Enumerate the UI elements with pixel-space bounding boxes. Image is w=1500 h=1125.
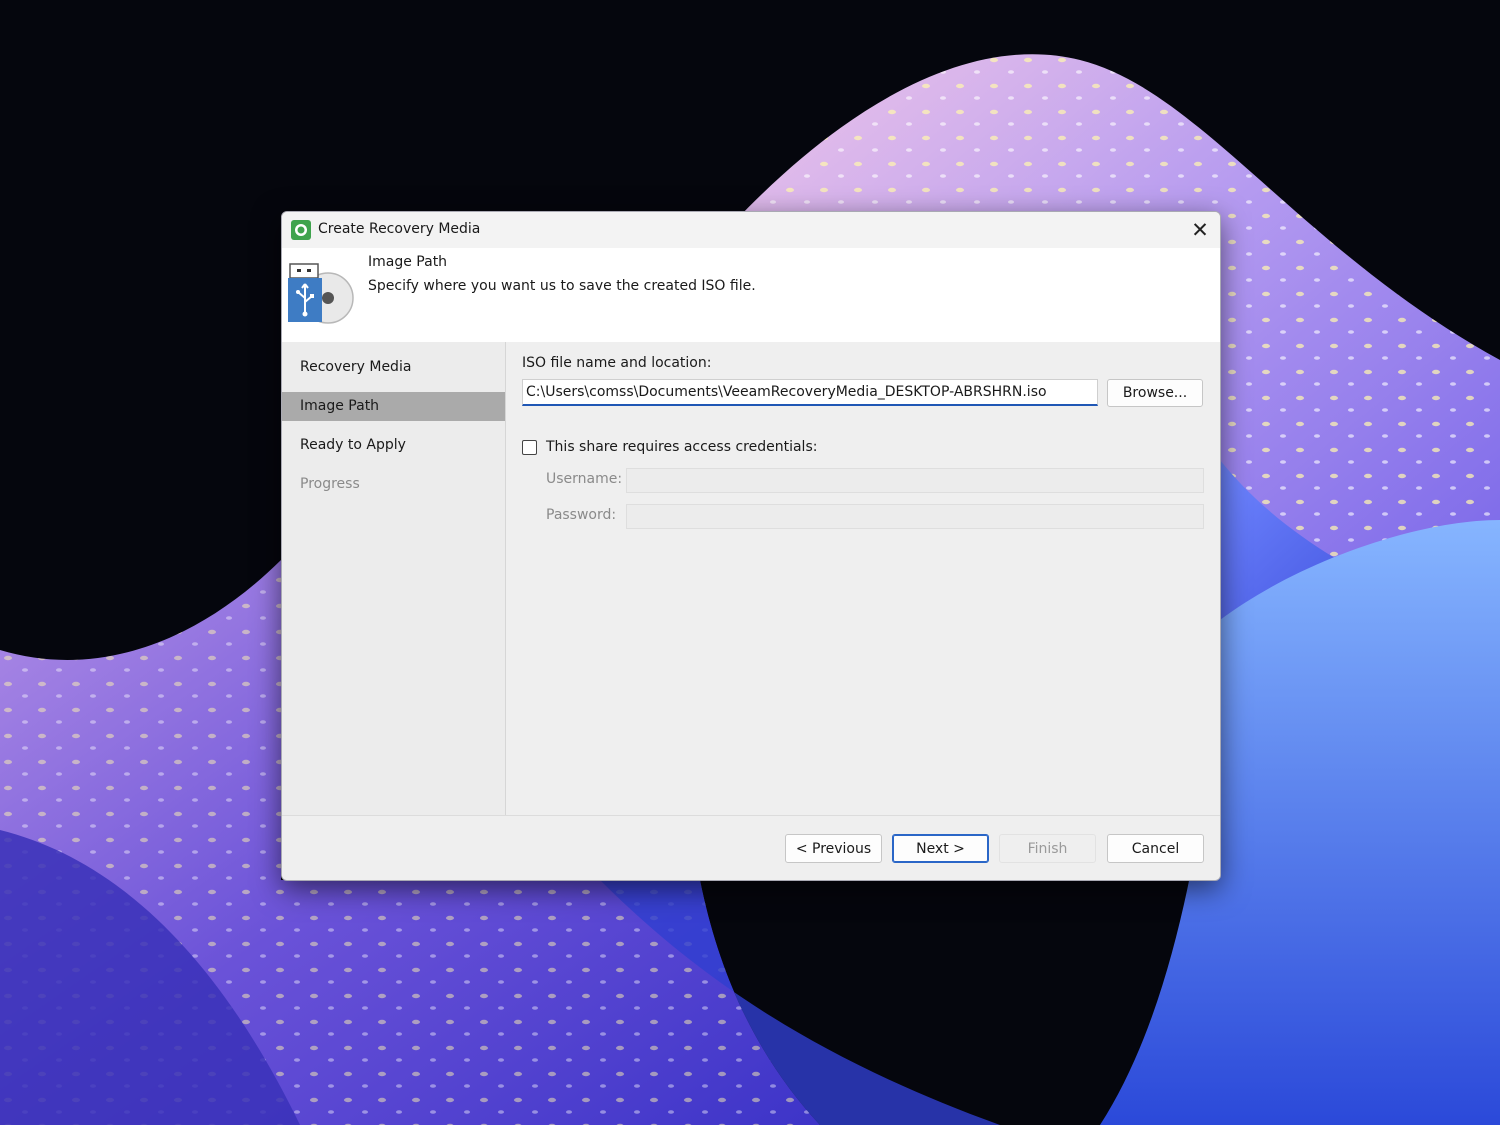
step-description: Specify where you want us to save the cr…	[368, 278, 756, 294]
step-title: Image Path	[368, 254, 448, 270]
credentials-checkbox[interactable]	[522, 440, 537, 455]
wizard-steps-nav: Recovery Media Image Path Ready to Apply…	[282, 342, 506, 815]
iso-path-input[interactable]	[522, 379, 1098, 406]
desktop: Create Recovery Media ✕ Image Path Speci…	[0, 0, 1500, 1125]
iso-location-label: ISO file name and location:	[522, 355, 712, 371]
title-bar: Create Recovery Media ✕	[282, 212, 1220, 248]
nav-item-ready-to-apply[interactable]: Ready to Apply	[282, 431, 505, 460]
close-button[interactable]: ✕	[1180, 212, 1220, 248]
credentials-checkbox-label[interactable]: This share requires access credentials:	[546, 439, 817, 455]
finish-button: Finish	[999, 834, 1096, 863]
nav-item-recovery-media[interactable]: Recovery Media	[282, 353, 505, 382]
cancel-button[interactable]: Cancel	[1107, 834, 1204, 863]
next-button[interactable]: Next >	[892, 834, 989, 863]
usb-disc-icon	[288, 263, 354, 324]
previous-button[interactable]: < Previous	[785, 834, 882, 863]
wizard-header: Image Path Specify where you want us to …	[282, 248, 1220, 342]
create-recovery-media-dialog: Create Recovery Media ✕ Image Path Speci…	[281, 211, 1221, 881]
window-title: Create Recovery Media	[318, 221, 481, 237]
password-field[interactable]	[626, 504, 1204, 529]
nav-item-image-path[interactable]: Image Path	[282, 392, 505, 421]
close-icon: ✕	[1191, 218, 1209, 242]
browse-button[interactable]: Browse...	[1107, 379, 1203, 407]
veeam-app-icon	[291, 220, 311, 240]
nav-item-progress: Progress	[300, 476, 360, 492]
wizard-content: ISO file name and location: Browse... Th…	[506, 342, 1220, 815]
username-label: Username:	[546, 471, 623, 487]
wizard-footer: < Previous Next > Finish Cancel	[282, 815, 1220, 880]
username-field[interactable]	[626, 468, 1204, 493]
password-label: Password:	[546, 507, 617, 523]
